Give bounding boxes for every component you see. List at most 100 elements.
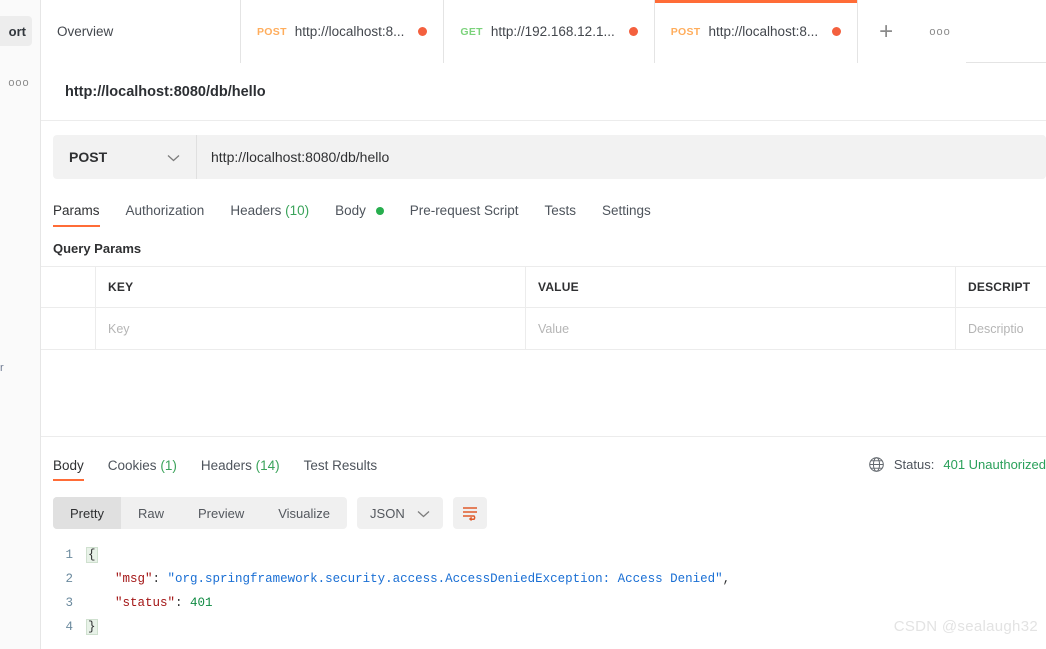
view-mode-visualize-label: Visualize xyxy=(278,505,331,521)
unsaved-dot-icon xyxy=(832,27,842,36)
response-tab-test-results-label: Test Results xyxy=(303,458,378,473)
brace-close: } xyxy=(86,619,98,635)
tab-overview-label: Overview xyxy=(57,24,114,39)
response-tab-cookies[interactable]: Cookies (1) xyxy=(108,458,177,481)
sidebar-more-icon[interactable]: ooo xyxy=(8,76,30,90)
tab-get-192[interactable]: GET http://192.168.12.1... xyxy=(444,0,655,63)
tab-body[interactable]: Body xyxy=(335,203,384,227)
json-number-value: 401 xyxy=(190,596,213,610)
request-section-tabs: Params Authorization Headers (10) Body P… xyxy=(41,179,1046,227)
unsaved-dot-icon xyxy=(418,27,428,36)
column-header-description: DESCRIPT xyxy=(968,280,1031,294)
tab-authorization[interactable]: Authorization xyxy=(126,203,205,227)
method-selector[interactable]: POST xyxy=(53,135,197,179)
tab-params[interactable]: Params xyxy=(53,203,100,227)
tab-options-icon[interactable]: ooo xyxy=(914,0,967,63)
query-params-heading: Query Params xyxy=(53,241,142,256)
column-header-check xyxy=(41,267,96,307)
method-label: POST xyxy=(69,149,108,165)
tab-method-label: POST xyxy=(670,25,701,38)
tab-headers-label: Headers xyxy=(230,203,282,218)
brace-open: { xyxy=(86,547,98,563)
wrap-text-icon[interactable] xyxy=(452,497,487,529)
json-key: "status" xyxy=(115,596,176,610)
description-placeholder: Descriptio xyxy=(968,321,1024,336)
postman-window: ort ooo r Overview POST http://localhost… xyxy=(0,0,1046,649)
sidebar-text-stub: r xyxy=(0,362,4,374)
value-input[interactable]: Value xyxy=(526,308,956,349)
key-input[interactable]: Key xyxy=(96,308,526,349)
tab-authorization-label: Authorization xyxy=(125,203,205,218)
tab-url-label: http://192.168.12.1... xyxy=(490,24,615,39)
tab-method-label: GET xyxy=(460,25,483,38)
code-line: 2 "msg": "org.springframework.security.a… xyxy=(53,567,1046,591)
view-mode-preview-label: Preview xyxy=(197,505,245,521)
line-number: 3 xyxy=(65,596,73,610)
json-key: "msg" xyxy=(115,572,153,586)
url-input-value: http://localhost:8080/db/hello xyxy=(211,149,390,165)
tab-url-label: http://localhost:8... xyxy=(294,24,405,39)
url-input[interactable]: http://localhost:8080/db/hello xyxy=(197,135,1046,179)
code-line-text: "status": 401 xyxy=(85,591,213,615)
response-tab-body[interactable]: Body xyxy=(53,458,84,481)
key-placeholder: Key xyxy=(108,321,130,336)
response-tab-headers[interactable]: Headers (14) xyxy=(201,458,280,481)
table-header-row: KEY VALUE DESCRIPT xyxy=(41,267,1046,308)
response-format-label: JSON xyxy=(370,505,405,521)
view-mode-pretty[interactable]: Pretty xyxy=(53,497,121,529)
tab-headers[interactable]: Headers (10) xyxy=(230,203,309,227)
tab-settings[interactable]: Settings xyxy=(602,203,651,227)
code-line: 1 { xyxy=(53,543,1046,567)
tab-pre-request-script-label: Pre-request Script xyxy=(409,203,519,218)
main-area: Overview POST http://localhost:8... GET … xyxy=(41,0,1046,649)
code-line: 3 "status": 401 xyxy=(53,591,1046,615)
value-placeholder: Value xyxy=(538,321,570,336)
response-tab-cookies-count: (1) xyxy=(160,458,177,473)
tab-settings-label: Settings xyxy=(602,203,651,218)
response-tab-test-results[interactable]: Test Results xyxy=(304,458,378,481)
url-bar-wrap: POST http://localhost:8080/db/hello xyxy=(41,121,1046,179)
view-mode-raw[interactable]: Raw xyxy=(121,497,181,529)
response-format-selector[interactable]: JSON xyxy=(357,497,443,529)
view-mode-visualize[interactable]: Visualize xyxy=(261,497,347,529)
response-tabs: Body Cookies (1) Headers (14) Test Resul… xyxy=(53,458,377,481)
column-header-value: VALUE xyxy=(526,267,956,307)
tab-params-label: Params xyxy=(53,203,100,218)
json-comma: , xyxy=(722,572,731,586)
body-present-dot-icon xyxy=(375,207,384,216)
import-button[interactable]: ort xyxy=(0,16,32,46)
chevron-down-icon xyxy=(417,506,430,521)
chevron-down-icon xyxy=(167,150,180,165)
request-body-spacer xyxy=(41,350,1046,436)
tab-url-label: http://localhost:8... xyxy=(708,24,819,39)
json-colon: : xyxy=(175,596,191,610)
request-tab-strip: Overview POST http://localhost:8... GET … xyxy=(41,0,1046,63)
table-row: Key Value Descriptio xyxy=(41,308,1046,350)
tab-post-localhost-2[interactable]: POST http://localhost:8... xyxy=(654,0,859,63)
tab-pre-request-script[interactable]: Pre-request Script xyxy=(410,203,519,227)
response-body-toolbar: Pretty Raw Preview Visualize JSON xyxy=(41,481,1046,529)
description-input[interactable]: Descriptio xyxy=(956,308,1046,349)
tab-tests[interactable]: Tests xyxy=(544,203,576,227)
json-string-value: "org.springframework.security.access.Acc… xyxy=(167,572,723,586)
new-tab-button[interactable]: + xyxy=(858,0,915,63)
tab-overview[interactable]: Overview xyxy=(41,0,241,63)
response-tab-cookies-label: Cookies xyxy=(107,458,157,473)
response-tabs-row: Body Cookies (1) Headers (14) Test Resul… xyxy=(41,437,1046,481)
status-badge: 401 Unauthorized xyxy=(943,457,1046,472)
left-sidebar: ort ooo r xyxy=(0,0,41,649)
json-colon: : xyxy=(152,572,168,586)
url-bar: POST http://localhost:8080/db/hello xyxy=(53,135,1046,179)
response-tab-headers-count: (14) xyxy=(255,458,280,473)
view-mode-preview[interactable]: Preview xyxy=(181,497,261,529)
response-status: Status: 401 Unauthorized xyxy=(868,456,1046,481)
watermark: CSDN @sealaugh32 xyxy=(893,618,1038,635)
view-mode-pretty-label: Pretty xyxy=(70,505,104,521)
tab-headers-count: (10) xyxy=(285,203,310,218)
status-label: Status: xyxy=(893,457,935,472)
tabstrip-filler xyxy=(966,0,1046,62)
tab-post-localhost-1[interactable]: POST http://localhost:8... xyxy=(241,0,445,63)
row-checkbox-cell[interactable] xyxy=(41,308,96,349)
